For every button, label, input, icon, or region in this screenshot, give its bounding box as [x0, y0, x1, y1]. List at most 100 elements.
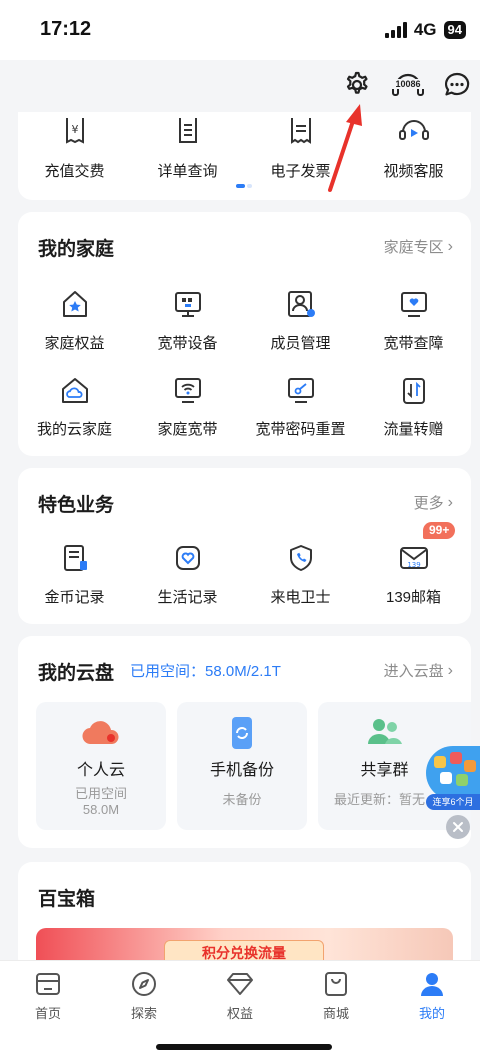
annotation-arrow	[328, 104, 362, 192]
member-card-icon	[283, 286, 319, 322]
compass-icon	[96, 967, 192, 1001]
chevron-right-icon: ›	[447, 661, 453, 679]
broadband-devices[interactable]: 宽带设备	[131, 286, 244, 353]
diamond-icon	[192, 967, 288, 1001]
person-icon	[384, 967, 480, 1001]
svg-text:¥: ¥	[71, 123, 78, 136]
top-action-bar: 10086	[0, 60, 480, 112]
call-guard[interactable]: 来电卫士	[244, 540, 357, 607]
cloud-usage: 已用空间：58.0M/2.1T	[130, 663, 281, 680]
phone-backup-tile[interactable]: 手机备份 未备份	[177, 702, 307, 830]
coin-record[interactable]: 金币记录	[18, 540, 131, 607]
status-bar: 17:12 4G 94	[0, 0, 480, 60]
nav-home[interactable]: 首页	[0, 967, 96, 1022]
status-indicators: 4G 94	[384, 20, 466, 40]
family-item-label: 宽带设备	[157, 335, 218, 352]
chevron-right-icon: ›	[447, 493, 453, 511]
svg-text:139: 139	[407, 561, 420, 569]
nav-label: 我的	[418, 1006, 445, 1021]
nav-label: 探索	[130, 1006, 157, 1021]
nav-label: 首页	[34, 1006, 61, 1021]
quick-service-label: 充值交费	[44, 163, 105, 180]
my-cloud-family[interactable]: 我的云家庭	[18, 372, 131, 439]
featured-title: 特色业务	[38, 495, 115, 516]
shop-bag-icon	[288, 967, 384, 1001]
enter-cloud-link[interactable]: 进入云盘 ›	[384, 660, 453, 681]
featured-item-label: 来电卫士	[270, 589, 331, 606]
close-icon	[453, 822, 463, 832]
family-benefits[interactable]: 家庭权益	[18, 286, 131, 353]
enter-cloud-label: 进入云盘	[383, 663, 444, 680]
hotline-label: 10086	[392, 79, 424, 89]
hotline-button[interactable]: 10086	[390, 68, 426, 102]
personal-cloud-tile[interactable]: 个人云 已用空间 58.0M	[36, 702, 166, 830]
chevron-right-icon: ›	[447, 237, 453, 255]
coin-record-icon	[57, 540, 93, 576]
personal-cloud-icon	[36, 702, 166, 752]
member-management[interactable]: 成员管理	[244, 286, 357, 353]
quick-service-bill-detail[interactable]: 详单查询	[131, 114, 244, 181]
tile-subtitle: 未备份	[222, 792, 262, 807]
family-item-label: 成员管理	[270, 335, 331, 352]
network-label: 4G	[413, 20, 437, 39]
featured-more-link[interactable]: 更多 ›	[414, 492, 453, 513]
life-record[interactable]: 生活记录	[131, 540, 244, 607]
list-document-icon	[170, 114, 206, 150]
broadband-password-reset[interactable]: 宽带密码重置	[244, 372, 357, 439]
promo-badge-icon	[426, 746, 480, 800]
toolbox-title: 百宝箱	[38, 889, 96, 910]
featured-item-label: 139邮箱	[385, 589, 442, 606]
cloud-house-icon	[57, 372, 93, 408]
nav-shop[interactable]: 商城	[288, 967, 384, 1022]
family-item-label: 家庭权益	[44, 335, 105, 352]
broadband-diagnosis[interactable]: 宽带查障	[357, 286, 470, 353]
data-transfer[interactable]: 流量转赠	[357, 372, 470, 439]
close-promo-button[interactable]	[446, 815, 470, 839]
promo-text: 连享6个月	[426, 794, 480, 810]
settings-button[interactable]	[340, 68, 374, 102]
status-time: 17:12	[40, 18, 92, 40]
video-headset-icon	[396, 114, 432, 150]
nav-benefits[interactable]: 权益	[192, 967, 288, 1022]
message-button[interactable]	[440, 68, 474, 102]
quick-service-recharge[interactable]: ¥ 充值交费	[18, 114, 131, 181]
family-title: 我的家庭	[38, 239, 115, 260]
cloud-title: 我的云盘	[38, 663, 115, 684]
cloud-card: 我的云盘 已用空间：58.0M/2.1T 进入云盘 › 个人云 已用空间 58.…	[18, 636, 471, 848]
chat-bubble-icon	[445, 72, 470, 96]
quick-service-video-support[interactable]: 视频客服	[357, 114, 470, 181]
home-broadband[interactable]: 家庭宽带	[131, 372, 244, 439]
heart-monitor-icon	[396, 286, 432, 322]
family-item-label: 我的云家庭	[36, 421, 112, 438]
share-group-icon	[318, 702, 471, 752]
house-star-icon	[57, 286, 93, 322]
invoice-icon	[283, 114, 319, 150]
quick-service-label: 视频客服	[383, 163, 444, 180]
family-item-label: 宽带查障	[383, 335, 444, 352]
key-monitor-icon	[283, 372, 319, 408]
featured-more-label: 更多	[413, 495, 444, 512]
tile-subtitle-value: 58.0M	[82, 802, 120, 817]
toolbox-card: 百宝箱 积分兑换流量	[18, 862, 471, 972]
featured-item-label: 金币记录	[44, 589, 105, 606]
nav-label: 商城	[322, 1006, 349, 1021]
quick-service-label: 详单查询	[157, 163, 218, 180]
quick-services-card: ¥ 充值交费 详单查询 电子发票 视频客服	[18, 112, 471, 200]
nav-label: 权益	[226, 1006, 253, 1021]
tile-title: 个人云	[76, 762, 125, 779]
mail-139[interactable]: 139 139邮箱 99+	[357, 522, 470, 607]
family-item-label: 流量转赠	[383, 421, 444, 438]
nav-mine[interactable]: 我的	[384, 967, 480, 1022]
featured-item-label: 生活记录	[157, 589, 218, 606]
phone-backup-icon	[177, 702, 307, 752]
family-item-label: 宽带密码重置	[255, 421, 346, 438]
yuan-receipt-icon: ¥	[57, 114, 93, 150]
unread-badge: 99+	[423, 522, 456, 539]
battery-indicator: 94	[443, 21, 466, 39]
router-screen-icon	[170, 286, 206, 322]
mail-139-icon: 139	[396, 540, 432, 576]
tile-title: 手机备份	[209, 762, 274, 779]
family-zone-link[interactable]: 家庭专区 ›	[384, 236, 453, 257]
nav-explore[interactable]: 探索	[96, 967, 192, 1022]
floating-promo[interactable]: 连享6个月	[426, 746, 480, 812]
